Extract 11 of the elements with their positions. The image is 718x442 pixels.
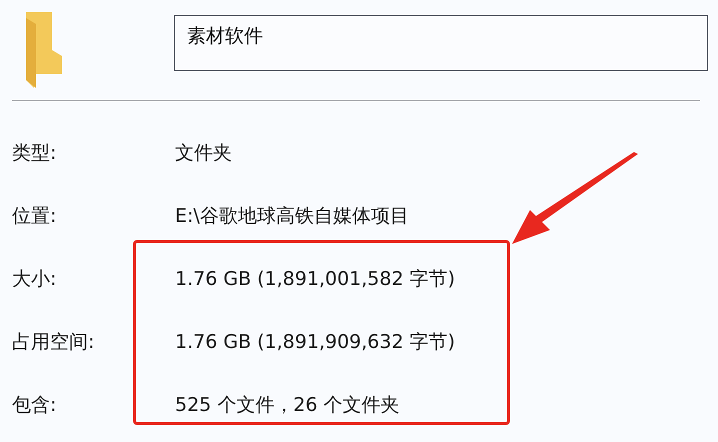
property-value: 1.76 GB (1,891,909,632 字节) (175, 330, 456, 354)
property-value: 525 个文件，26 个文件夹 (175, 392, 400, 418)
property-value: 文件夹 (175, 140, 232, 166)
property-label: 位置: (11, 204, 58, 228)
property-label: 类型: (11, 140, 58, 166)
property-value: 1.76 GB (1,891,001,582 字节) (175, 266, 456, 292)
property-value: E:\谷歌地球高铁自媒体项目 (175, 204, 409, 228)
property-label: 大小: (11, 266, 58, 292)
property-label: 占用空间: (11, 330, 96, 354)
property-label: 包含: (11, 392, 58, 418)
name-field[interactable]: 素材软件 (174, 15, 708, 71)
